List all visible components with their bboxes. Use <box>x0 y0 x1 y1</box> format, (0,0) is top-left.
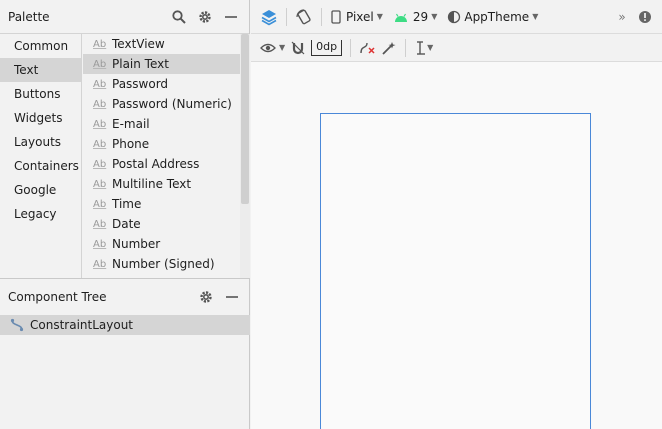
widget-multiline-text[interactable]: Ab Multiline Text <box>83 174 240 194</box>
left-pane: Palette Common Text Buttons Widgets Layo… <box>0 0 250 429</box>
chevron-down-icon: ▼ <box>279 43 286 52</box>
component-tree-panel: Component Tree ConstraintLayout <box>0 278 250 429</box>
widget-number[interactable]: Ab Number <box>83 234 240 254</box>
text-widget-icon: Ab <box>93 158 107 170</box>
text-widget-icon: Ab <box>93 98 107 110</box>
gear-icon[interactable] <box>195 7 215 27</box>
toolbar-separator <box>405 38 407 57</box>
palette-categories: Common Text Buttons Widgets Layouts Cont… <box>0 34 82 278</box>
toolbar-separator <box>350 38 352 57</box>
widget-password-numeric[interactable]: Ab Password (Numeric) <box>83 94 240 114</box>
component-tree-title: Component Tree <box>8 290 107 304</box>
magnet-icon[interactable] <box>288 37 308 59</box>
component-tree-header: Component Tree <box>0 279 250 315</box>
widget-label: Phone <box>112 137 150 151</box>
design-toolbar: Pixel ▼ 29 ▼ AppTheme ▼ » <box>251 0 662 34</box>
palette-title: Palette <box>8 9 50 24</box>
infer-constraints-icon[interactable] <box>378 37 400 59</box>
widget-label: Number (Signed) <box>112 257 215 271</box>
widget-postal-address[interactable]: Ab Postal Address <box>83 154 240 174</box>
category-google[interactable]: Google <box>0 178 81 202</box>
tree-item-label: ConstraintLayout <box>30 318 134 332</box>
widget-password[interactable]: Ab Password <box>83 74 240 94</box>
gear-icon[interactable] <box>196 287 216 307</box>
widget-time[interactable]: Ab Time <box>83 194 240 214</box>
guidelines-icon[interactable]: ▼ <box>411 37 436 59</box>
text-widget-icon: Ab <box>93 218 107 230</box>
palette-scrollbar[interactable] <box>240 34 250 278</box>
palette-body: Common Text Buttons Widgets Layouts Cont… <box>0 34 250 278</box>
category-buttons[interactable]: Buttons <box>0 82 81 106</box>
phone-icon <box>331 9 341 24</box>
info-icon[interactable] <box>635 6 655 28</box>
category-common[interactable]: Common <box>0 34 81 58</box>
chevron-down-icon: ▼ <box>427 43 434 52</box>
eye-icon[interactable]: ▼ <box>257 37 288 59</box>
text-widget-icon: Ab <box>93 58 107 70</box>
widget-label: Number <box>112 237 161 251</box>
text-widget-icon: Ab <box>93 178 107 190</box>
widget-email[interactable]: Ab E-mail <box>83 114 240 134</box>
text-widget-icon: Ab <box>93 238 107 250</box>
default-margin-value: 0dp <box>311 39 343 56</box>
theme-icon <box>448 10 461 23</box>
scrollbar-thumb[interactable] <box>241 34 249 204</box>
theme-label: AppTheme <box>464 9 530 24</box>
search-icon[interactable] <box>169 7 189 27</box>
widget-textview[interactable]: Ab TextView <box>83 34 240 54</box>
category-legacy[interactable]: Legacy <box>0 202 81 226</box>
design-editor: Pixel ▼ 29 ▼ AppTheme ▼ » ▼ 0dp ▼ <box>251 0 662 429</box>
theme-selector[interactable]: AppTheme ▼ <box>444 6 541 28</box>
toolbar-separator <box>321 7 322 26</box>
constraint-layout-icon <box>10 318 30 332</box>
widget-label: Postal Address <box>112 157 200 171</box>
category-layouts[interactable]: Layouts <box>0 130 81 154</box>
api-level-label: 29 <box>412 9 429 24</box>
widget-label: Password (Numeric) <box>112 97 232 111</box>
orientation-icon[interactable] <box>292 6 316 28</box>
minimize-icon[interactable] <box>222 287 242 307</box>
widget-label: TextView <box>112 37 165 51</box>
widget-label: E-mail <box>112 117 150 131</box>
widget-plain-text[interactable]: Ab Plain Text <box>83 54 240 74</box>
toolbar-separator <box>286 7 287 26</box>
overflow-button[interactable]: » <box>615 6 628 28</box>
category-containers[interactable]: Containers <box>0 154 81 178</box>
text-widget-icon: Ab <box>93 138 107 150</box>
text-widget-icon: Ab <box>93 118 107 130</box>
device-label: Pixel <box>346 9 374 24</box>
minimize-icon[interactable] <box>221 7 241 27</box>
device-selector[interactable]: Pixel ▼ <box>327 6 386 28</box>
device-preview-frame[interactable] <box>320 113 591 429</box>
design-canvas[interactable] <box>251 62 662 429</box>
palette-widget-list: Ab TextView Ab Plain Text Ab Password Ab Pas… <box>83 34 240 278</box>
tree-item-constraintlayout[interactable]: ConstraintLayout <box>0 315 250 335</box>
android-icon <box>394 13 407 22</box>
widget-label: Date <box>112 217 141 231</box>
text-widget-icon: Ab <box>93 198 107 210</box>
widget-label: Plain Text <box>112 57 169 71</box>
widget-label: Time <box>112 197 142 211</box>
widget-number-signed[interactable]: Ab Number (Signed) <box>83 254 240 274</box>
category-widgets[interactable]: Widgets <box>0 106 81 130</box>
default-margin-field[interactable]: 0dp <box>308 37 345 59</box>
widget-date[interactable]: Ab Date <box>83 214 240 234</box>
widget-label: Multiline Text <box>112 177 192 191</box>
chevron-down-icon: ▼ <box>376 12 383 21</box>
widget-phone[interactable]: Ab Phone <box>83 134 240 154</box>
widget-label: Password <box>112 77 169 91</box>
chevron-down-icon: ▼ <box>431 12 438 21</box>
layers-icon[interactable] <box>257 6 281 28</box>
clear-constraints-icon[interactable] <box>356 37 378 59</box>
palette-header: Palette <box>0 0 249 34</box>
api-level-selector[interactable]: 29 ▼ <box>390 6 440 28</box>
text-widget-icon: Ab <box>93 78 107 90</box>
constraint-toolbar: ▼ 0dp ▼ <box>251 34 662 62</box>
text-widget-icon: Ab <box>93 38 107 50</box>
text-widget-icon: Ab <box>93 258 107 270</box>
category-text[interactable]: Text <box>0 58 81 82</box>
chevron-down-icon: ▼ <box>532 12 539 21</box>
